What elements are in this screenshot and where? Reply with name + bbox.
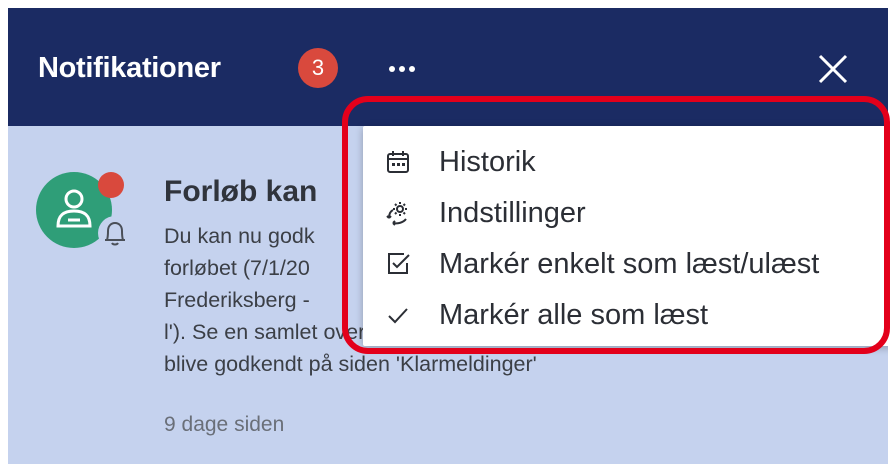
calendar-icon — [387, 151, 409, 173]
notification-timestamp: 9 dage siden — [164, 413, 285, 436]
menu-item-label: Indstillinger — [439, 197, 586, 229]
menu-item-label: Historik — [439, 146, 536, 178]
menu-item-label: Markér alle som læst — [439, 299, 709, 331]
menu-item-history[interactable]: Historik — [363, 136, 888, 188]
notification-panel: Notifikationer 3 Forløb kan Du kan nu go… — [8, 8, 888, 464]
panel-header: Notifikationer 3 — [8, 8, 888, 126]
person-icon — [56, 189, 92, 228]
bell-icon — [98, 216, 132, 250]
unread-indicator — [98, 172, 124, 198]
checkbox-icon — [388, 253, 410, 274]
menu-item-settings[interactable]: Indstillinger — [363, 187, 888, 239]
menu-item-mark-all[interactable]: Markér alle som læst — [363, 289, 888, 341]
notification-title: Forløb kan — [164, 175, 318, 208]
close-button[interactable] — [814, 50, 852, 88]
menu-item-label: Markér enkelt som læst/ulæst — [439, 248, 820, 280]
notification-body-line: blive godkendt på siden 'Klarmeldinger' — [164, 352, 537, 376]
close-icon — [818, 54, 848, 84]
more-options-button[interactable] — [380, 52, 424, 86]
settings-icon — [386, 202, 407, 226]
unread-count-badge: 3 — [298, 48, 338, 88]
options-menu: Historik Indstillinger Markér enkelt som… — [363, 126, 888, 346]
ellipsis-icon — [389, 66, 415, 72]
panel-title: Notifikationer — [38, 52, 221, 84]
menu-item-mark-single[interactable]: Markér enkelt som læst/ulæst — [363, 238, 888, 290]
checkmark-icon — [388, 308, 408, 324]
